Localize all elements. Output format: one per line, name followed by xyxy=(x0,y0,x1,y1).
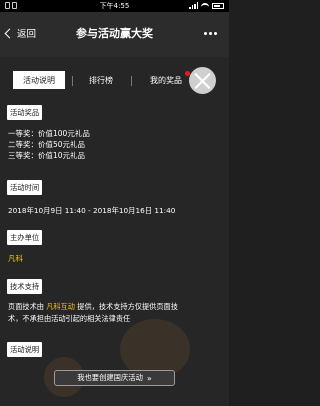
time-section-label: 活动时间 xyxy=(7,180,43,195)
tech-support-link[interactable]: 凡科互动 xyxy=(46,302,75,311)
signal-icon xyxy=(189,2,198,9)
tab-my-prizes[interactable]: 我的奖品 xyxy=(140,71,192,89)
wifi-icon xyxy=(201,2,209,9)
double-chevron-right-icon: » xyxy=(146,373,152,383)
close-button[interactable] xyxy=(189,67,216,94)
dot-icon xyxy=(214,32,217,35)
tab-label: 排行榜 xyxy=(89,75,113,85)
battery-icon xyxy=(212,2,224,9)
prize-section-label: 活动奖品 xyxy=(7,105,43,120)
organizer-name: 凡科 xyxy=(8,254,23,263)
tab-activity-info[interactable]: 活动说明 xyxy=(13,71,65,89)
tech-support-text-line2: 术，不承担由活动引起的相关法律责任 xyxy=(8,314,131,323)
prize-line: 二等奖：价值50元礼品 xyxy=(8,140,86,149)
tech-section-label: 技术支持 xyxy=(7,279,43,294)
status-indicators xyxy=(189,2,224,9)
dot-icon xyxy=(209,32,212,35)
tab-bar: 活动说明 排行榜 我的奖品 xyxy=(0,63,229,95)
status-bar: 下午4:55 xyxy=(0,0,229,12)
dot-icon xyxy=(204,32,207,35)
description-section-label: 活动说明 xyxy=(7,342,43,357)
tab-leaderboard[interactable]: 排行榜 xyxy=(82,71,120,89)
create-activity-button[interactable]: 我也要创建国庆活动 » xyxy=(54,370,175,386)
tab-label: 活动说明 xyxy=(23,75,55,85)
tech-support-text: 页面技术由 凡科互动 提供，技术支持方仅提供页面技 xyxy=(8,302,178,311)
organizer-section-label: 主办单位 xyxy=(7,230,43,245)
tab-divider xyxy=(72,76,73,86)
prize-line: 一等奖：价值100元礼品 xyxy=(8,129,90,138)
nav-bar: 返回 参与活动赢大奖 xyxy=(0,12,229,57)
activity-time: 2018年10月9日 11:40 - 2018年10月16日 11:40 xyxy=(8,206,176,215)
more-button[interactable] xyxy=(204,32,217,35)
activity-panel: 活动说明 排行榜 我的奖品 活动奖品 一等奖：价值100元礼品 二等奖：价值50… xyxy=(0,57,229,406)
tab-divider xyxy=(131,76,132,86)
create-activity-label: 我也要创建国庆活动 xyxy=(77,373,143,382)
page-title: 参与活动赢大奖 xyxy=(76,27,153,40)
prize-line: 三等奖：价值10元礼品 xyxy=(8,151,86,160)
tab-label: 我的奖品 xyxy=(150,75,182,85)
